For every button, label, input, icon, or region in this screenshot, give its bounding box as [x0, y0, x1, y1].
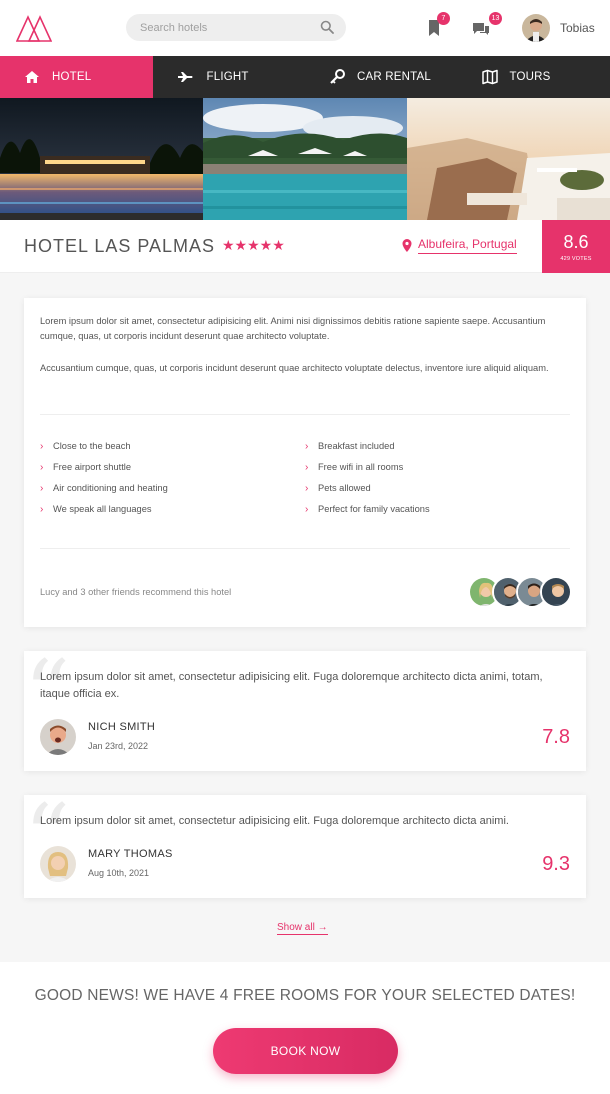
amenity-item: › Free wifi in all rooms [305, 462, 404, 473]
amenity-item: › Pets allowed [305, 483, 371, 494]
key-icon [330, 69, 345, 84]
reviewer-avatar[interactable] [40, 719, 76, 755]
plane-icon [177, 72, 192, 82]
nav-item-flight[interactable]: FLIGHT [153, 56, 306, 98]
map-pin-icon [402, 239, 412, 252]
availability-message: GOOD NEWS! WE HAVE 4 FREE ROOMS FOR YOUR… [34, 987, 576, 1004]
gallery-photo-cliff-terrace[interactable] [406, 98, 610, 220]
nav-label-tours: TOURS [509, 71, 551, 83]
messages-badge: 13 [489, 12, 502, 25]
friends-recommend-text: Lucy and 3 other friends recommend this … [40, 587, 232, 597]
amenity-item: › Breakfast included [305, 441, 395, 452]
map-icon [481, 69, 498, 85]
bookmark-button[interactable]: 7 [424, 12, 450, 38]
review-card: “ Lorem ipsum dolor sit amet, consectetu… [24, 649, 586, 771]
divider [40, 414, 570, 415]
hotel-description-card: Lorem ipsum dolor sit amet, consectetur … [24, 298, 586, 627]
chat-icon [473, 23, 489, 35]
review-text: Lorem ipsum dolor sit amet, consectetur … [40, 815, 509, 827]
location-text: Albufeira, Portugal [418, 237, 517, 254]
search-box [126, 14, 346, 41]
search-icon[interactable] [320, 20, 334, 34]
amenity-item: › Close to the beach [40, 441, 131, 452]
search-input[interactable] [140, 14, 310, 41]
chevron-right-icon: › [40, 504, 44, 515]
nav-item-car-rental[interactable]: CAR RENTAL [305, 56, 458, 98]
top-header: 7 13 Tobias [0, 0, 610, 56]
chevron-right-icon: › [305, 483, 309, 494]
gallery-photo-pool-day[interactable] [203, 98, 407, 220]
hotel-rating-box: 8.6 429 VOTES [542, 220, 610, 273]
show-all-reviews-link[interactable]: Show all → [277, 922, 328, 935]
chevron-right-icon: › [305, 504, 309, 515]
review-card: “ Lorem ipsum dolor sit amet, consectetu… [24, 793, 586, 898]
book-now-button[interactable]: BOOK NOW [213, 1028, 398, 1074]
user-name: Tobias [560, 21, 595, 35]
amenity-item: › Free airport shuttle [40, 462, 132, 473]
nav-label-flight: FLIGHT [206, 71, 249, 83]
review-date: Jan 23rd, 2022 [88, 741, 149, 751]
chevron-right-icon: › [40, 462, 44, 473]
hotel-rating-votes: 429 VOTES [560, 256, 592, 262]
nav-label-car-rental: CAR RENTAL [357, 71, 431, 83]
chevron-right-icon: › [305, 462, 309, 473]
review-text: Lorem ipsum dolor sit amet, consectetur … [40, 671, 543, 700]
amenity-item: › We speak all languages [40, 504, 152, 515]
hotel-location-link[interactable]: Albufeira, Portugal [402, 237, 517, 254]
divider [40, 548, 570, 549]
reviewer-name: MARY THOMAS [88, 848, 173, 860]
hotel-title-bar: HOTEL LAS PALMAS ★★★★★ Albufeira, Portug… [0, 220, 610, 273]
description-paragraph-1: Lorem ipsum dolor sit amet, consectetur … [40, 316, 546, 341]
friends-avatars[interactable] [468, 576, 572, 608]
reviewer-avatar[interactable] [40, 846, 76, 882]
gallery-photo-pool-night[interactable] [0, 98, 204, 220]
photo-gallery [0, 98, 610, 220]
chevron-right-icon: › [40, 483, 44, 494]
hotel-rating-score: 8.6 [563, 232, 589, 252]
bookmark-badge: 7 [437, 12, 450, 25]
amenity-item: › Perfect for family vacations [305, 504, 430, 515]
review-score: 7.8 [542, 726, 570, 748]
reviewer-name: NICH SMITH [88, 721, 156, 733]
amenity-item: › Air conditioning and heating [40, 483, 168, 494]
nav-item-tours[interactable]: TOURS [458, 56, 610, 98]
messages-button[interactable]: 13 [470, 12, 502, 38]
friend-avatar[interactable] [540, 576, 572, 608]
availability-section: GOOD NEWS! WE HAVE 4 FREE ROOMS FOR YOUR… [0, 962, 610, 1094]
chevron-right-icon: › [40, 441, 44, 452]
main-nav: HOTEL FLIGHT CAR RENTAL TOURS [0, 56, 610, 98]
chevron-right-icon: › [305, 441, 309, 452]
star-rating: ★★★★★ [222, 237, 285, 253]
review-date: Aug 10th, 2021 [88, 868, 150, 878]
review-score: 9.3 [542, 853, 570, 875]
logo-icon[interactable] [16, 14, 52, 42]
description-paragraph-2: Accusantium cumque, quas, ut corporis in… [40, 363, 549, 373]
hotel-name: HOTEL LAS PALMAS [24, 236, 216, 256]
home-icon [25, 71, 39, 83]
nav-label-hotel: HOTEL [52, 71, 92, 83]
nav-item-hotel[interactable]: HOTEL [0, 56, 153, 98]
avatar [522, 14, 550, 42]
